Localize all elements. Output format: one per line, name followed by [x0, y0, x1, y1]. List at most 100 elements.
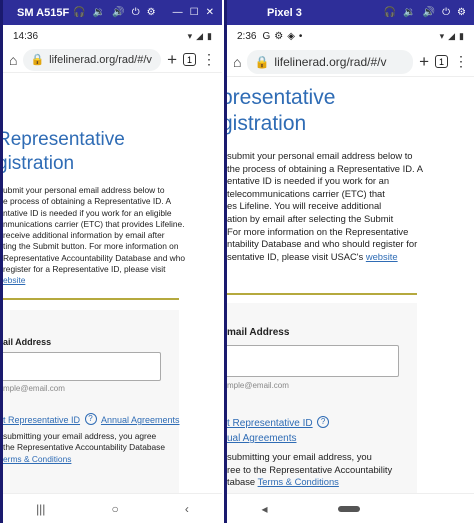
recents-icon[interactable]: |||	[36, 502, 45, 516]
signal-icon: ◢	[448, 30, 456, 41]
wifi-icon: ▾	[187, 30, 193, 41]
paragraph-line: ntability Database and who should regist…	[227, 238, 418, 250]
close-icon[interactable]: ✕	[206, 7, 214, 18]
email-label: mail Address	[227, 327, 290, 338]
settings-gear-icon[interactable]: ⚙	[457, 7, 466, 18]
info-dot-icon: •	[298, 30, 303, 42]
settings-gear-icon[interactable]: ⚙	[147, 7, 156, 18]
email-input[interactable]	[3, 352, 161, 381]
email-input[interactable]	[227, 345, 399, 377]
help-question-icon[interactable]: ?	[317, 415, 330, 428]
headset-icon[interactable]: 🎧	[73, 7, 85, 18]
left-android-nav: ||| ○ ‹	[3, 493, 222, 523]
volume-down-icon[interactable]: 🔉	[403, 7, 415, 18]
home-pill-icon[interactable]	[337, 505, 360, 512]
terms-link[interactable]: erms & Conditions	[3, 454, 71, 464]
left-device-window: SM A515F 🎧 🔉 🔊 ⏻ ⚙ — ☐ ✕ 14:36 ▾◢▮ ⌂ 🔒	[0, 0, 222, 523]
tab-count-icon[interactable]: 1	[183, 53, 196, 66]
right-window-titlebar: Pixel 3 🎧 🔉 🔊 ⏻ ⚙	[227, 0, 474, 25]
heading-line-2: gistration	[224, 112, 307, 135]
agree-line: the Representative Accountability Databa…	[3, 442, 166, 453]
email-hint: mple@email.com	[3, 384, 65, 393]
overflow-menu-icon[interactable]: ⋮	[454, 53, 468, 70]
email-hint: mple@email.com	[227, 381, 289, 390]
paragraph-line: e process of obtaining a Representative …	[3, 196, 172, 207]
back-icon[interactable]: ◂	[261, 502, 267, 516]
paragraph-line: ntative ID is needed if you work for an …	[3, 207, 172, 218]
right-status-time: 2:36	[237, 30, 257, 42]
lock-icon: 🔒	[254, 54, 270, 69]
email-label: ail Address	[3, 337, 52, 347]
right-android-nav: ◂	[227, 493, 474, 523]
power-icon[interactable]: ⏻	[442, 7, 450, 18]
volume-down-icon[interactable]: 🔉	[93, 7, 105, 18]
website-link[interactable]: website	[366, 251, 398, 262]
left-status-time: 14:36	[13, 30, 39, 42]
wifi-icon: ▾	[439, 30, 445, 41]
paragraph-line: ubmit your personal email address below …	[3, 185, 165, 195]
left-status-bar: 14:36 ▾ ◢ ▮	[3, 25, 222, 47]
new-tab-icon[interactable]: +	[167, 50, 177, 70]
right-email-form-card: mail Address mple@email.com t Representa…	[227, 303, 417, 493]
heading-line-2: gistration	[0, 153, 75, 174]
agree-line: ree to the Representative Accountability	[227, 463, 393, 475]
paragraph-line: ting the Submit button. For more informa…	[3, 241, 179, 252]
agree-line: tabase	[227, 476, 258, 488]
paragraph-line: nmunications carrier (ETC) that provides…	[3, 218, 185, 229]
help-question-icon[interactable]: ?	[84, 412, 97, 425]
left-browser-toolbar: ⌂ 🔒 lifelinerad.org/rad/#/v + 1 ⋮	[3, 47, 222, 73]
paragraph-line: ation by email after selecting the Submi…	[227, 212, 394, 224]
volume-up-icon[interactable]: 🔊	[112, 7, 124, 18]
volume-up-icon[interactable]: 🔊	[423, 7, 435, 18]
section-divider	[227, 293, 417, 295]
representative-id-link[interactable]: t Representative ID	[3, 415, 80, 425]
power-icon[interactable]: ⏻	[132, 7, 140, 18]
heading-line-1: presentative	[224, 86, 336, 109]
home-icon[interactable]: ⌂	[9, 52, 17, 68]
left-intro-paragraph: ubmit your personal email address below …	[3, 185, 222, 287]
paragraph-line: Representative Accountability Database a…	[3, 252, 186, 263]
terms-link[interactable]: Terms & Conditions	[258, 476, 339, 487]
tab-count-icon[interactable]: 1	[435, 55, 448, 68]
home-nav-icon[interactable]: ○	[112, 502, 119, 516]
agree-line: submitting your email address, you agree	[3, 431, 157, 441]
right-url-text: lifelinerad.org/rad/#/v	[274, 54, 387, 69]
signal-icon: ◢	[196, 30, 204, 41]
right-address-bar[interactable]: 🔒 lifelinerad.org/rad/#/v	[247, 49, 414, 74]
paragraph-line: entative ID is needed if you work for an	[227, 175, 390, 187]
left-address-bar[interactable]: 🔒 lifelinerad.org/rad/#/v	[23, 48, 162, 71]
annual-agreements-link[interactable]: ual Agreements	[227, 433, 297, 444]
right-intro-paragraph: submit your personal email address below…	[227, 150, 474, 263]
paragraph-line: sentative ID, please visit USAC's	[227, 250, 366, 262]
left-window-title: SM A515F	[17, 6, 70, 19]
left-window-titlebar: SM A515F 🎧 🔉 🔊 ⏻ ⚙ — ☐ ✕	[3, 0, 222, 25]
google-icon: G	[262, 30, 271, 42]
paragraph-line: es Lifeline. You will receive additional	[227, 200, 382, 212]
annual-agreements-link[interactable]: Annual Agreements	[101, 415, 180, 425]
new-tab-icon[interactable]: +	[419, 52, 429, 72]
section-divider	[3, 298, 179, 300]
left-url-text: lifelinerad.org/rad/#/v	[49, 53, 152, 66]
left-email-form-card: ail Address mple@email.com t Representat…	[3, 310, 180, 495]
paragraph-line: submit your personal email address below…	[227, 150, 413, 161]
right-device-window: Pixel 3 🎧 🔉 🔊 ⏻ ⚙ 2:36 G ⚙ ◈ • ▾ ◢ ▮ ⌂ 🔒 life…	[224, 0, 474, 523]
paragraph-line: telecommunications carrier (ETC) that	[227, 187, 385, 199]
right-window-title: Pixel 3	[267, 6, 302, 19]
right-status-bar: 2:36 G ⚙ ◈ • ▾ ◢ ▮	[227, 25, 474, 47]
battery-icon: ▮	[459, 30, 464, 41]
back-icon[interactable]: ‹	[185, 502, 189, 516]
agree-line: submitting your email address, you	[227, 451, 372, 462]
dual-device-screen: SM A515F 🎧 🔉 🔊 ⏻ ⚙ — ☐ ✕ 14:36 ▾◢▮ ⌂ 🔒	[0, 0, 474, 523]
website-link[interactable]: ebsite	[3, 275, 25, 285]
headset-icon[interactable]: 🎧	[384, 7, 396, 18]
minimize-icon[interactable]: —	[173, 7, 183, 18]
home-icon[interactable]: ⌂	[233, 54, 241, 70]
maximize-icon[interactable]: ☐	[190, 7, 199, 18]
overflow-menu-icon[interactable]: ⋮	[202, 51, 216, 68]
paragraph-line: For more information on the Representati…	[227, 225, 409, 237]
right-page-heading: presentative gistration	[224, 85, 474, 137]
paragraph-line: receive additional information by email …	[3, 230, 165, 241]
left-page-heading: Representative gistration	[0, 128, 222, 176]
right-browser-toolbar: ⌂ 🔒 lifelinerad.org/rad/#/v + 1 ⋮	[227, 47, 474, 77]
paragraph-line: the process of obtaining a Representativ…	[227, 162, 423, 174]
